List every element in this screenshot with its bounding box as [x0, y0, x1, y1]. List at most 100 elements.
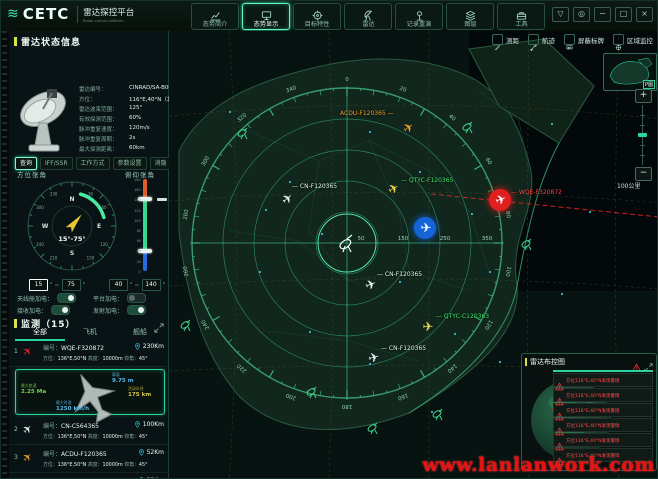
tab-目标特性[interactable]: 目标特性	[293, 3, 341, 30]
toggle-label: 天线舱加电：	[17, 294, 53, 303]
aircraft-label: ACDU-F120365 —	[340, 107, 394, 120]
selected-target-card[interactable]: 最大航速2.25 Ma翼展9.75 m最大时速1250 km/h活动半径175 …	[15, 369, 165, 415]
tab-记录重演[interactable]: 记录重演	[395, 3, 443, 30]
tab-label: 目标特性	[305, 18, 330, 28]
svg-text:50: 50	[358, 236, 365, 242]
map-aircraft-CN-F120365[interactable]: ✈— CN-F120365	[367, 352, 381, 366]
field-value: 120m/s	[129, 125, 150, 131]
radar-info-row: 脉冲重复周期：2s	[79, 133, 167, 143]
elevation-tick: 140	[135, 198, 141, 202]
svg-text:150: 150	[87, 256, 95, 261]
map-tool-航迹[interactable]: 航迹	[528, 34, 555, 45]
jet-image	[58, 362, 123, 422]
monitor-target-list: 1✈编号：WQE-F320872方位：136°E,50°N 高度：10000m …	[9, 339, 169, 479]
svg-text:S: S	[70, 250, 74, 257]
map-aircraft-ACDU-F120365[interactable]: ✈ACDU-F120365 —	[402, 122, 416, 136]
alert-row[interactable]: 方位116°E,40°N发现警情	[553, 418, 653, 432]
minimize-button[interactable]: −	[594, 7, 611, 22]
elevation-tick: 120	[135, 208, 141, 212]
tab-态势显示[interactable]: 态势显示	[242, 3, 290, 30]
ruler-icon	[492, 34, 503, 45]
field-label: 雷达波束范围：	[79, 104, 127, 113]
elevation-min-input[interactable]: 40	[109, 279, 128, 291]
network-button[interactable]: ◎	[573, 7, 590, 22]
location-pin-icon	[134, 421, 141, 428]
target-detail-row: 方位：136°E,50°N 高度：10000m 仰角：45°	[43, 354, 148, 361]
map-tool-区域监控[interactable]: 区域监控	[613, 34, 653, 45]
field-label: 脉冲重复速度：	[79, 124, 127, 133]
target-icon	[312, 6, 323, 17]
map-aircraft-CN-F120365[interactable]: ✈— CN-F120365	[364, 279, 378, 293]
azimuth-compass[interactable]: 3060120150210240300330NESW15°-75°	[23, 177, 121, 275]
spec-callout: 最大航速2.25 Ma	[21, 384, 46, 396]
svg-text:150: 150	[398, 236, 409, 242]
toggle-on[interactable]	[127, 305, 146, 315]
azimuth-max-input[interactable]: 75	[62, 279, 81, 291]
target-index: 2	[14, 426, 18, 433]
tab-图层[interactable]: 图层	[446, 3, 494, 30]
alert-row[interactable]: 方位116°E,40°N发现警情	[553, 403, 653, 417]
left-tick-strip	[1, 31, 9, 479]
radar-info-row: 雷达编号：CINRAD/SA-B001	[79, 83, 167, 93]
map-tool-屏蔽标牌[interactable]: 屏蔽标牌	[564, 34, 604, 45]
elevation-max-input[interactable]: 140	[142, 279, 161, 291]
zoom-handle[interactable]	[638, 133, 647, 137]
maximize-button[interactable]: □	[615, 7, 632, 22]
target-list-item[interactable]: 1✈编号：WQE-F320872方位：136°E,50°N 高度：10000m …	[9, 339, 169, 367]
target-list-item[interactable]: 3✈编号：ACDU-F120365方位：136°E,50°N 高度：10000m…	[9, 445, 169, 473]
warning-triangle-icon	[555, 436, 564, 445]
warning-triangle-icon	[555, 406, 564, 415]
elevation-slider[interactable]: 180160140120100806040200	[129, 179, 169, 275]
radar-info-title: 雷达状态信息	[21, 35, 81, 48]
target-list-item[interactable]: 4✈编号：CN-F120365方位：136°E,50°N 高度：10000m 仰…	[9, 473, 169, 479]
target-list-item[interactable]: 2✈编号：CN-C564365方位：136°E,50°N 高度：10000m 仰…	[9, 417, 169, 445]
field-label: 最大探测距离：	[79, 144, 127, 153]
close-button[interactable]: ×	[636, 7, 653, 22]
zoom-track[interactable]	[642, 105, 643, 165]
target-id-row: 编号：CN-C564365	[43, 421, 99, 430]
alert-row[interactable]: 方位116°E,40°N发现警情	[553, 433, 653, 447]
map-area[interactable]: 50150250350 0204060801001201401601802002…	[169, 31, 658, 479]
toggle-label: 平台加电：	[93, 294, 123, 303]
map-aircraft-CN-F120365[interactable]: ✈— CN-F120365	[281, 193, 295, 207]
map-tool-测距[interactable]: 测距	[492, 34, 519, 45]
tab-工具[interactable]: 工具	[497, 3, 545, 30]
map-aircraft-WQE-F320872[interactable]: ✈— WQE-F320872	[494, 194, 508, 208]
toggle-knob	[68, 295, 74, 301]
toolbox-icon	[516, 6, 527, 17]
aircraft-icon: ✈	[20, 422, 34, 436]
svg-text:60: 60	[101, 205, 107, 210]
alert-warning-icon	[632, 357, 641, 366]
toggle-on[interactable]	[51, 305, 70, 315]
map-aircraft[interactable]: ✈	[419, 222, 433, 236]
alert-expand-icon[interactable]	[644, 357, 653, 366]
alert-rows: 方位116°E,40°N发现警情方位116°E,40°N发现警情方位116°E,…	[553, 370, 653, 462]
window-controls: ▽ ◎−□ ×	[552, 7, 653, 22]
zoom-in-button[interactable]: +	[635, 89, 652, 103]
map-aircraft-QTYC-C120363[interactable]: ✈— QTYC-C120363	[421, 321, 435, 335]
toggle-label: 接收加电：	[17, 306, 47, 315]
svg-text:250: 250	[440, 236, 451, 242]
svg-text:240: 240	[36, 242, 44, 247]
tab-态势简介[interactable]: 态势简介	[191, 3, 239, 30]
filter-button[interactable]: ▽	[552, 7, 569, 22]
radar-tab-工作方式[interactable]: 工作方式	[76, 157, 110, 170]
azimuth-min-input[interactable]: 15	[29, 279, 48, 291]
toggle-off[interactable]	[127, 293, 146, 303]
tab-雷达[interactable]: 雷达	[344, 3, 392, 30]
tab-label: 雷达	[362, 18, 374, 28]
toggle-knob	[129, 295, 135, 301]
aircraft-label: — QTYC-F120365	[401, 174, 453, 187]
map-aircraft-QTYC-F120365[interactable]: ✈— QTYC-F120365	[387, 183, 401, 197]
alert-row[interactable]: 方位116°E,40°N发现警情	[553, 388, 653, 402]
alert-row[interactable]: 方位116°E,40°N发现警情	[553, 373, 653, 387]
target-id-row: 编号：ACDU-F120365	[43, 449, 107, 458]
main-nav-tabs: 态势简介态势显示目标特性 雷达 记录重演图层工具	[191, 3, 545, 30]
radar-info-row: 雷达波束范围：125°	[79, 103, 167, 113]
zoom-out-button[interactable]: −	[635, 167, 652, 181]
warning-triangle-icon	[555, 391, 564, 400]
toggle-on[interactable]	[57, 293, 76, 303]
minimap[interactable]: P图	[603, 53, 657, 91]
tab-label: 工具	[515, 18, 527, 28]
watermark: www.lanlanwork.com	[422, 454, 655, 476]
